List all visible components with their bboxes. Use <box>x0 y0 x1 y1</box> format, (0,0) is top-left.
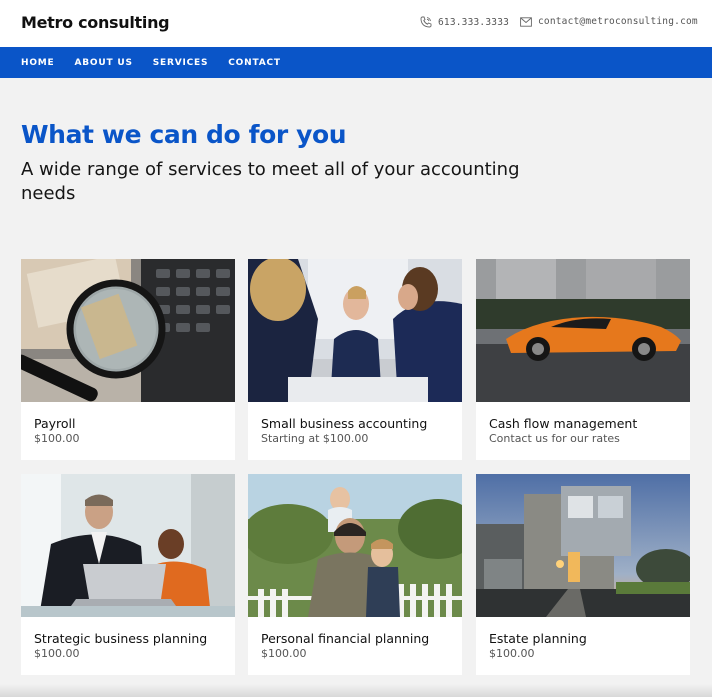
service-title: Small business accounting <box>261 416 428 431</box>
service-price: $100.00 <box>489 647 535 660</box>
nav-home[interactable]: HOME <box>21 58 55 68</box>
phone-contact[interactable]: 613.333.3333 <box>420 16 509 28</box>
service-card-payroll[interactable]: Payroll $100.00 <box>21 259 235 460</box>
orange-sports-car-photo <box>476 259 690 402</box>
service-title: Payroll <box>34 416 76 431</box>
service-title: Strategic business planning <box>34 631 208 646</box>
nav-about-us[interactable]: ABOUT US <box>75 58 133 68</box>
service-price: Contact us for our rates <box>489 432 620 445</box>
service-price: $100.00 <box>261 647 307 660</box>
service-title: Personal financial planning <box>261 631 430 646</box>
service-card-personal-financial-planning[interactable]: Personal financial planning $100.00 <box>248 474 462 675</box>
service-card-strategic-business-planning[interactable]: Strategic business planning $100.00 <box>21 474 235 675</box>
email-contact[interactable]: contact@metroconsulting.com <box>520 16 698 27</box>
family-outdoors-photo <box>248 474 462 617</box>
service-title: Cash flow management <box>489 416 638 431</box>
page-bottom-shadow <box>0 684 712 697</box>
site-header: Metro consulting 613.333.3333 contact@me… <box>0 0 712 47</box>
business-meeting-photo <box>248 259 462 402</box>
service-card-estate-planning[interactable]: Estate planning $100.00 <box>476 474 690 675</box>
page-title: What we can do for you <box>21 120 347 149</box>
service-title: Estate planning <box>489 631 587 646</box>
envelope-icon <box>520 16 532 27</box>
nav-contact[interactable]: CONTACT <box>228 58 281 68</box>
service-price: $100.00 <box>34 432 80 445</box>
service-card-cash-flow-management[interactable]: Cash flow management Contact us for our … <box>476 259 690 460</box>
two-men-laptop-photo <box>21 474 235 617</box>
brand-logo[interactable]: Metro consulting <box>21 13 170 32</box>
phone-icon <box>420 16 432 28</box>
email-address: contact@metroconsulting.com <box>538 16 698 27</box>
page-subtitle: A wide range of services to meet all of … <box>21 159 520 204</box>
service-card-small-business-accounting[interactable]: Small business accounting Starting at $1… <box>248 259 462 460</box>
modern-house-dusk-photo <box>476 474 690 617</box>
main-nav: HOME ABOUT US SERVICES CONTACT <box>0 47 712 78</box>
nav-services[interactable]: SERVICES <box>153 58 209 68</box>
service-price: Starting at $100.00 <box>261 432 369 445</box>
service-price: $100.00 <box>34 647 80 660</box>
magnifier-money-calculator-photo <box>21 259 235 402</box>
phone-number: 613.333.3333 <box>438 16 510 28</box>
